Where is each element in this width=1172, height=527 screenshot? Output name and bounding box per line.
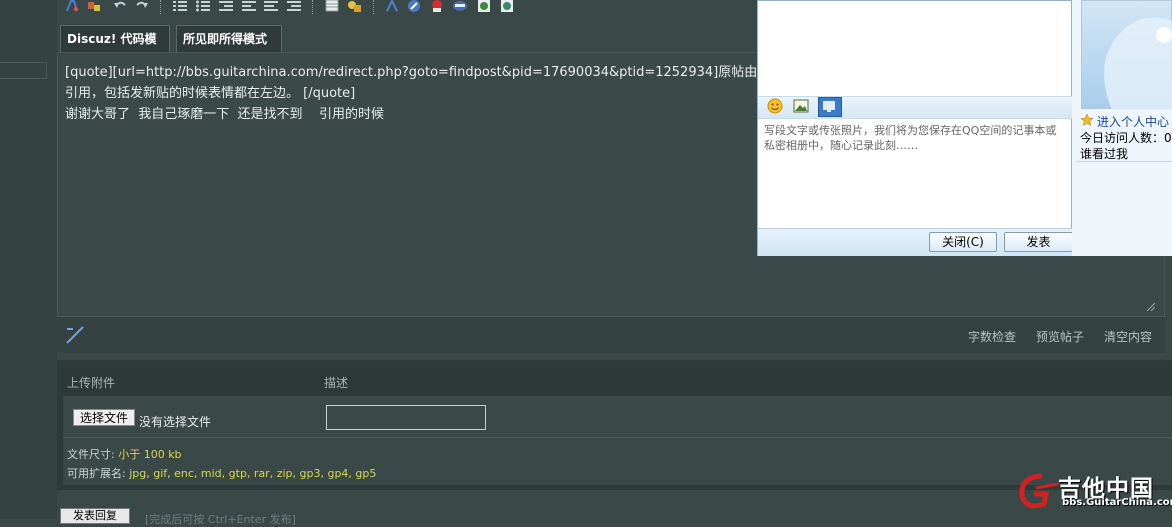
- description-header: 描述: [324, 376, 349, 390]
- left-sidebar-strip: [0, 0, 57, 519]
- attachment-description-input[interactable]: [326, 405, 486, 430]
- attachment-header: [63, 365, 1172, 396]
- outdent-icon[interactable]: [219, 0, 233, 12]
- code-icon[interactable]: [385, 0, 399, 12]
- word-count-link[interactable]: 字数检查: [968, 328, 1016, 345]
- avatar: [1081, 0, 1172, 110]
- choose-file-button[interactable]: 选择文件: [73, 409, 135, 426]
- post-note-button[interactable]: 发表: [1004, 232, 1073, 252]
- side-divider: [1076, 161, 1172, 162]
- no-file-chosen-label: 没有选择文件: [139, 415, 212, 429]
- media-icon[interactable]: [430, 0, 444, 12]
- attach-icon[interactable]: [500, 0, 514, 12]
- file-size-info: 文件尺寸: 小于 100 kb: [67, 448, 182, 461]
- today-visits: 今日访问人数：0: [1080, 131, 1172, 145]
- image-icon[interactable]: [347, 0, 361, 12]
- quote-icon[interactable]: [453, 0, 467, 12]
- message-line-1: [quote][url=http://bbs.guitarchina.com/r…: [65, 65, 765, 80]
- who-viewed-me-link[interactable]: 谁看过我: [1080, 145, 1128, 162]
- message-line-2: 引用，包括发新贴的时候表情都在左边。 [/quote]: [65, 86, 356, 101]
- tab-discuz-code-mode[interactable]: Discuz! 代码模式: [60, 25, 170, 73]
- upload-attachment-header: 上传附件: [67, 376, 116, 390]
- align-right-icon[interactable]: [287, 0, 301, 12]
- close-popup-button[interactable]: 关闭(C): [929, 232, 997, 252]
- submit-reply-button[interactable]: 发表回复: [60, 508, 130, 524]
- smiley-icon[interactable]: [477, 0, 491, 12]
- allowed-extensions-info: 可用扩展名: jpg, gif, enc, mid, gtp, rar, zip…: [67, 467, 377, 480]
- photo-icon[interactable]: [793, 98, 809, 114]
- table-icon[interactable]: [325, 0, 339, 12]
- message-content[interactable]: [quote][url=http://bbs.guitarchina.com/r…: [65, 62, 765, 125]
- redo-icon[interactable]: [135, 0, 149, 12]
- submit-hint: [完成后可按 Ctrl+Enter 发布]: [145, 513, 296, 526]
- color-icon[interactable]: [87, 0, 101, 12]
- screenshot-icon[interactable]: [818, 97, 842, 117]
- profile-center-link[interactable]: 进入个人中心: [1097, 113, 1169, 130]
- qq-note-input[interactable]: 写段文字或传张照片，我们将为您保存在QQ空间的记事本或私密相册中，随心记录此刻……: [764, 123, 1066, 153]
- indent-icon[interactable]: [242, 0, 256, 12]
- unordered-list-icon[interactable]: [196, 0, 210, 12]
- bold-icon[interactable]: [65, 0, 79, 12]
- editor-mode-toggle-icon[interactable]: [64, 323, 86, 345]
- row-divider: [63, 437, 1172, 438]
- ordered-list-icon[interactable]: [173, 0, 187, 12]
- tab-wysiwyg-mode[interactable]: 所见即所得模式: [176, 25, 282, 52]
- flash-icon[interactable]: [407, 0, 421, 12]
- allowed-extensions-value: jpg, gif, enc, mid, gtp, rar, zip, gp3, …: [129, 467, 377, 480]
- resize-grip-icon[interactable]: [1145, 300, 1156, 312]
- star-icon: [1080, 113, 1094, 129]
- message-line-3: 谢谢大哥了 我自己琢磨一下 还是找不到 引用的时候: [65, 107, 385, 122]
- undo-icon[interactable]: [113, 0, 127, 12]
- logo-url: bbs.GuitarChina.com: [1062, 497, 1172, 508]
- preview-post-link[interactable]: 预览帖子: [1036, 328, 1084, 345]
- editor-toolbar: [57, 0, 757, 18]
- align-left-icon[interactable]: [264, 0, 278, 12]
- clear-content-link[interactable]: 清空内容: [1104, 328, 1152, 345]
- emoji-icon[interactable]: [767, 98, 783, 114]
- file-size-value: 小于 100 kb: [118, 448, 182, 461]
